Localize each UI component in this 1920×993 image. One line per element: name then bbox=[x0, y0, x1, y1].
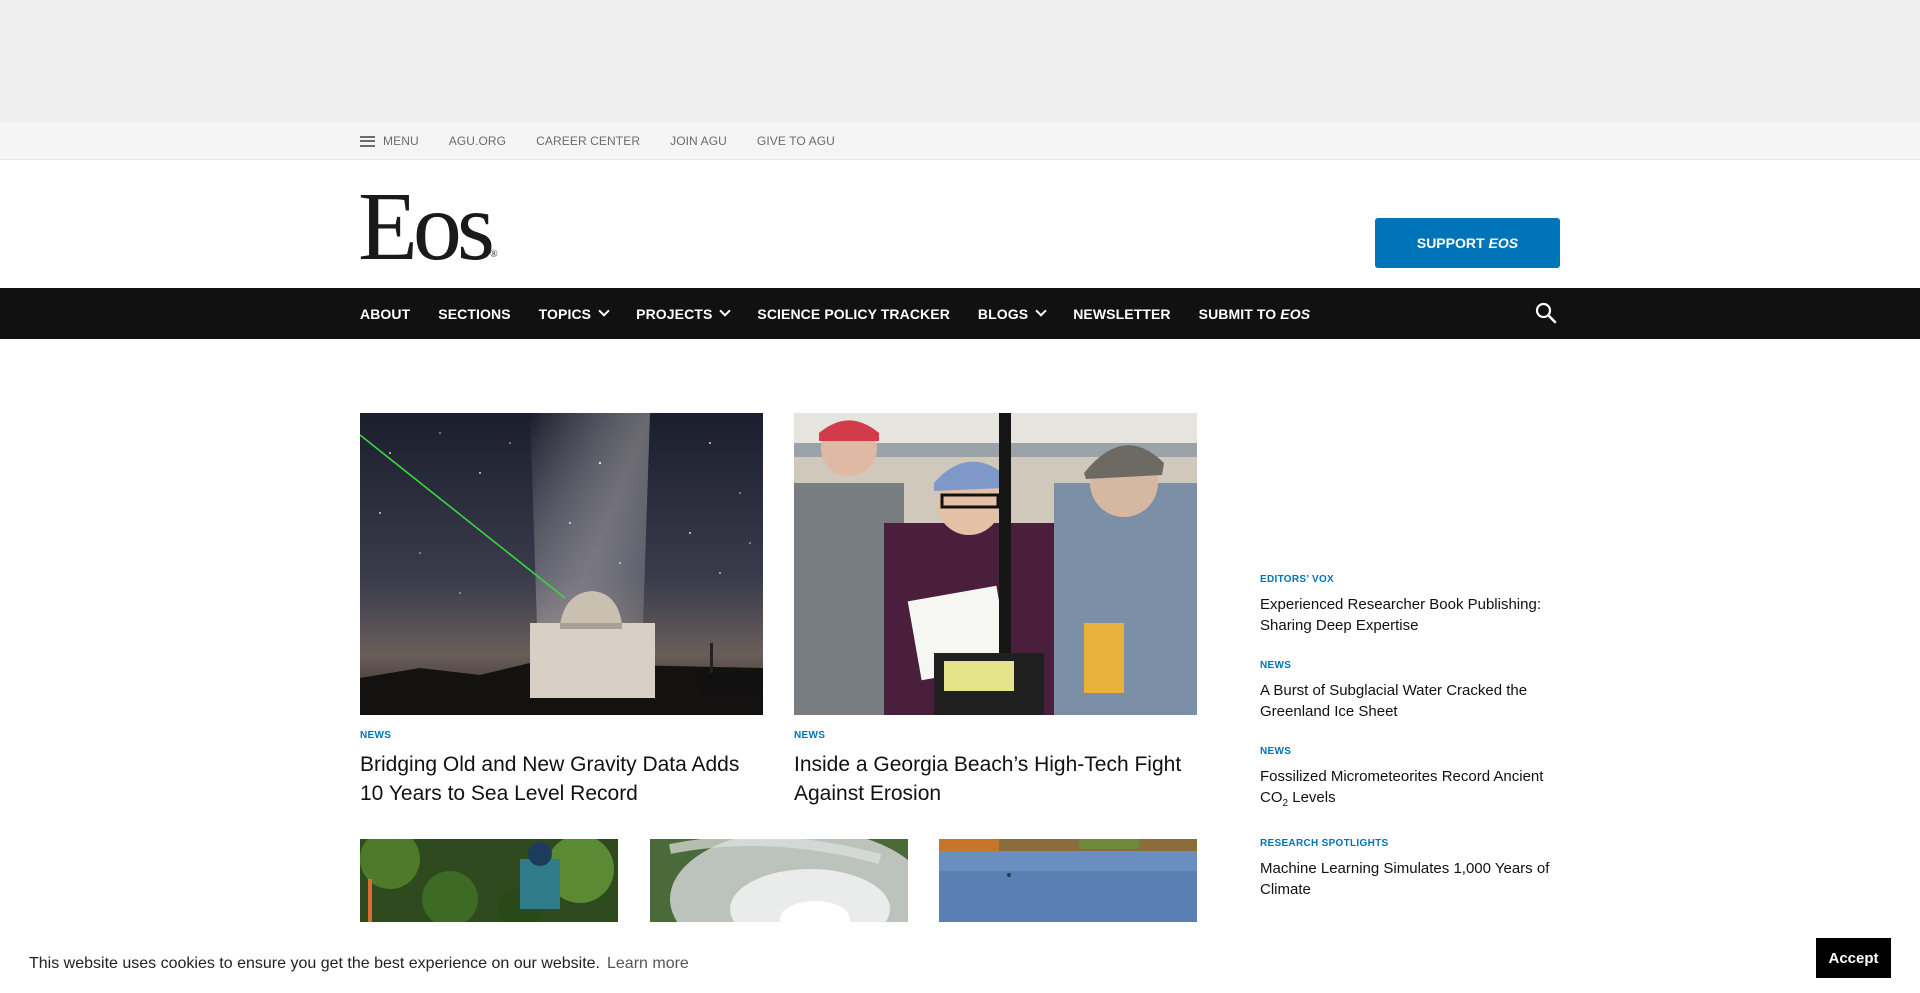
article-headline[interactable]: Experienced Researcher Book Publishing: … bbox=[1260, 594, 1560, 636]
cookie-accept-button[interactable]: Accept bbox=[1816, 938, 1891, 978]
link-join-agu[interactable]: JOIN AGU bbox=[670, 134, 727, 148]
sidebar-latest: EDITORS’ VOX Experienced Researcher Book… bbox=[1260, 574, 1560, 924]
article-headline[interactable]: Inside a Georgia Beach’s High-Tech Fight… bbox=[794, 750, 1197, 808]
link-give-to-agu[interactable]: GIVE TO AGU bbox=[757, 134, 835, 148]
nav-projects[interactable]: PROJECTS bbox=[636, 304, 732, 322]
ad-placeholder bbox=[0, 0, 1920, 122]
article-kicker[interactable]: RESEARCH SPOTLIGHTS bbox=[1260, 838, 1560, 849]
link-agu-org[interactable]: AGU.ORG bbox=[449, 134, 506, 148]
nav-sections[interactable]: SECTIONS bbox=[438, 306, 510, 322]
article-headline[interactable]: Machine Learning Simulates 1,000 Years o… bbox=[1260, 858, 1560, 900]
main-nav: ABOUT SECTIONS TOPICS PROJECTS SCIENCE P… bbox=[0, 288, 1920, 339]
nav-label: NEWSLETTER bbox=[1073, 305, 1171, 322]
nav-about[interactable]: ABOUT bbox=[360, 306, 410, 322]
chevron-down-icon bbox=[719, 304, 732, 317]
list-item[interactable]: EDITORS’ VOX Experienced Researcher Book… bbox=[1260, 574, 1560, 636]
support-eos-button[interactable]: SUPPORT EOS bbox=[1375, 218, 1560, 268]
list-item[interactable]: NEWS Fossilized Micrometeorites Record A… bbox=[1260, 746, 1560, 814]
headline-text-end: Levels bbox=[1288, 789, 1336, 806]
thumb-image-forest[interactable] bbox=[360, 839, 618, 922]
hamburger-icon bbox=[360, 135, 375, 147]
nav-blogs[interactable]: BLOGS bbox=[977, 304, 1047, 322]
article-kicker[interactable]: NEWS bbox=[360, 730, 763, 741]
eos-logo[interactable]: Eos® bbox=[358, 178, 498, 302]
article-kicker[interactable]: NEWS bbox=[794, 730, 1197, 741]
article-headline[interactable]: Fossilized Micrometeorites Record Ancien… bbox=[1260, 766, 1560, 814]
nav-submit-to-eos[interactable]: SUBMIT TO EOS bbox=[1199, 306, 1311, 322]
article-kicker[interactable]: NEWS bbox=[1260, 660, 1560, 671]
article-kicker[interactable]: NEWS bbox=[1260, 746, 1560, 757]
cookie-message: This website uses cookies to ensure you … bbox=[29, 955, 600, 972]
feature-image-observatory[interactable] bbox=[360, 413, 763, 715]
registered-mark: ® bbox=[490, 249, 498, 260]
nav-science-policy-tracker[interactable]: SCIENCE POLICY TRACKER bbox=[757, 306, 950, 322]
article-headline[interactable]: Bridging Old and New Gravity Data Adds 1… bbox=[360, 750, 763, 808]
nav-label: SCIENCE POLICY TRACKER bbox=[757, 305, 950, 322]
link-career-center[interactable]: CAREER CENTER bbox=[536, 134, 640, 148]
feature-article[interactable]: NEWS Bridging Old and New Gravity Data A… bbox=[360, 413, 763, 808]
nav-label: BLOGS bbox=[977, 305, 1029, 322]
thumb-image-hurricane[interactable] bbox=[650, 839, 908, 922]
feature-image-beach-survey[interactable] bbox=[794, 413, 1197, 715]
cookie-banner: This website uses cookies to ensure you … bbox=[0, 935, 1920, 993]
nav-label: ABOUT bbox=[360, 305, 411, 322]
nav-newsletter[interactable]: NEWSLETTER bbox=[1073, 306, 1170, 322]
menu-label: MENU bbox=[383, 134, 419, 148]
feature-article[interactable]: NEWS Inside a Georgia Beach’s High-Tech … bbox=[794, 413, 1197, 808]
masthead: Eos® SUPPORT EOS bbox=[0, 160, 1920, 288]
utility-bar: MENU AGU.ORG CAREER CENTER JOIN AGU GIVE… bbox=[0, 122, 1920, 160]
support-label: SUPPORT bbox=[1416, 235, 1485, 251]
chevron-down-icon bbox=[1035, 304, 1047, 317]
nav-topics[interactable]: TOPICS bbox=[538, 304, 610, 322]
nav-label: TOPICS bbox=[538, 305, 592, 322]
logo-text: Eos bbox=[358, 173, 495, 281]
nav-label-em: EOS bbox=[1280, 305, 1311, 322]
search-icon[interactable] bbox=[1535, 302, 1557, 324]
article-headline[interactable]: A Burst of Subglacial Water Cracked the … bbox=[1260, 680, 1560, 722]
nav-label: PROJECTS bbox=[636, 305, 713, 322]
menu-button[interactable]: MENU bbox=[360, 134, 419, 148]
nav-label: SUBMIT TO bbox=[1198, 305, 1277, 322]
article-kicker[interactable]: EDITORS’ VOX bbox=[1260, 574, 1560, 585]
nav-label: SECTIONS bbox=[438, 305, 511, 322]
cookie-learn-more-link[interactable]: Learn more bbox=[607, 955, 689, 973]
list-item[interactable]: NEWS A Burst of Subglacial Water Cracked… bbox=[1260, 660, 1560, 722]
support-label-em: EOS bbox=[1488, 235, 1519, 251]
thumb-image-lake[interactable] bbox=[939, 839, 1197, 922]
list-item[interactable]: RESEARCH SPOTLIGHTS Machine Learning Sim… bbox=[1260, 838, 1560, 900]
chevron-down-icon bbox=[598, 304, 610, 317]
